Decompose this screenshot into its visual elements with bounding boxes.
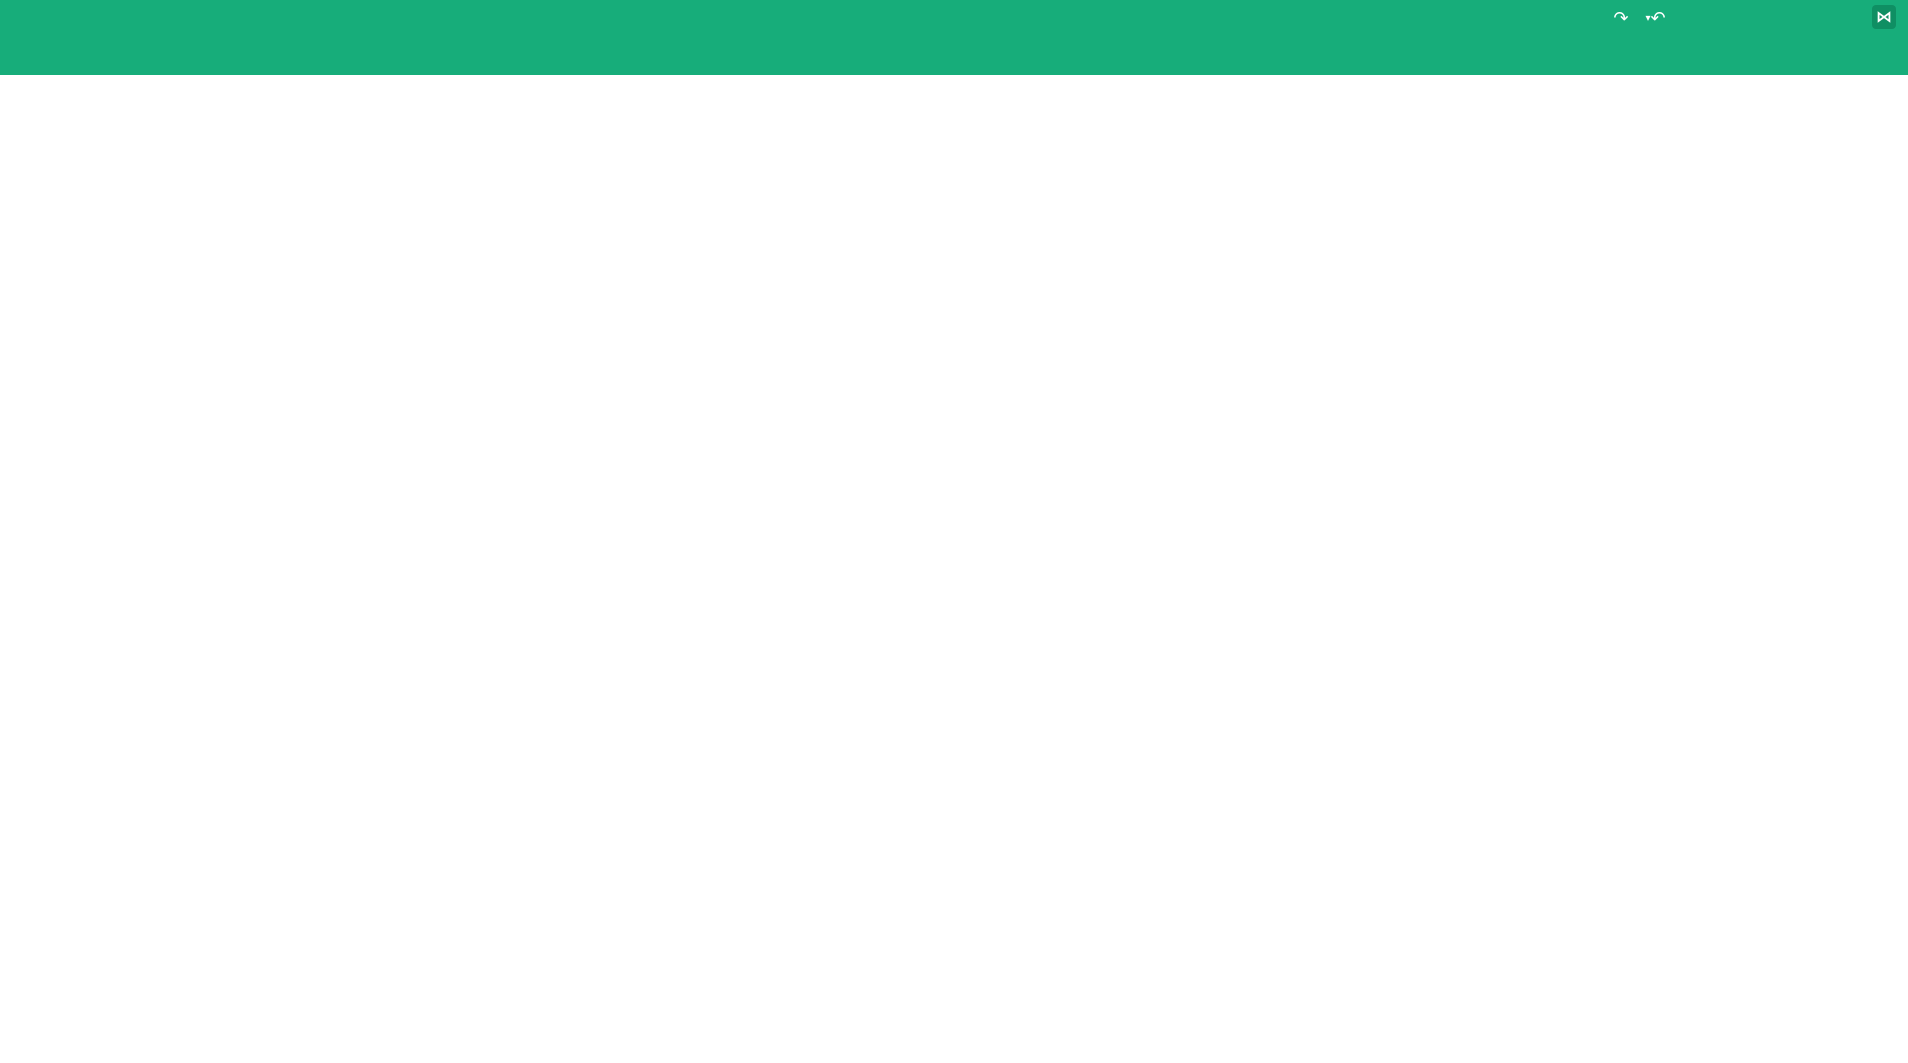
undo-icon[interactable]: ↶ (1647, 8, 1669, 30)
title-bar: ⋈ ↷ ▾ ↶ (0, 0, 1908, 75)
app-title: ⋈ (1864, 4, 1896, 30)
mindmaster-logo-icon: ⋈ (1872, 5, 1896, 29)
redo-icon[interactable]: ↷ (1610, 8, 1632, 30)
